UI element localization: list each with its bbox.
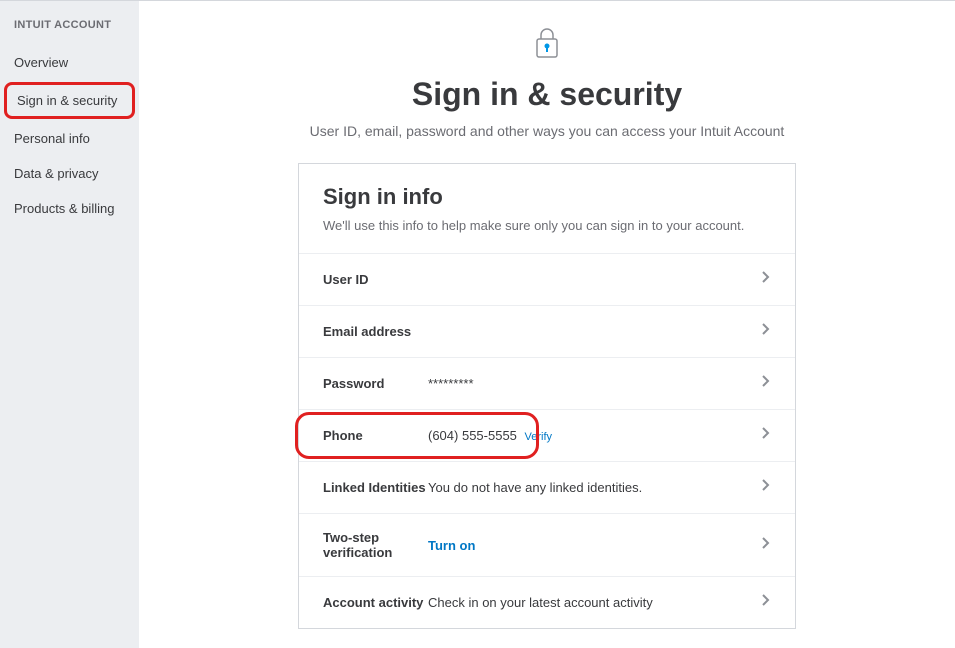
row-user-id[interactable]: User ID bbox=[299, 254, 795, 306]
sidebar-header: INTUIT ACCOUNT bbox=[0, 19, 139, 45]
row-value: You do not have any linked identities. bbox=[428, 480, 761, 495]
sidebar-item-data-privacy[interactable]: Data & privacy bbox=[0, 156, 139, 191]
page-title: Sign in & security bbox=[412, 76, 682, 113]
sidebar-item-products-billing[interactable]: Products & billing bbox=[0, 191, 139, 226]
row-label: Account activity bbox=[323, 595, 428, 610]
sidebar-item-label: Overview bbox=[14, 55, 68, 70]
row-label: Email address bbox=[323, 324, 428, 339]
sidebar: INTUIT ACCOUNT Overview Sign in & securi… bbox=[0, 0, 139, 648]
sign-in-info-card: Sign in info We'll use this info to help… bbox=[298, 163, 796, 629]
chevron-right-icon bbox=[761, 536, 771, 555]
card-description: We'll use this info to help make sure on… bbox=[323, 218, 771, 233]
row-label: Linked Identities bbox=[323, 480, 428, 495]
sidebar-item-label: Products & billing bbox=[14, 201, 114, 216]
sidebar-item-sign-in-security[interactable]: Sign in & security bbox=[4, 82, 135, 119]
row-linked-identities[interactable]: Linked Identities You do not have any li… bbox=[299, 462, 795, 514]
row-value: (604) 555-5555 Verify bbox=[428, 428, 761, 443]
chevron-right-icon bbox=[761, 426, 771, 445]
chevron-right-icon bbox=[761, 593, 771, 612]
sidebar-item-personal-info[interactable]: Personal info bbox=[0, 121, 139, 156]
sidebar-item-label: Data & privacy bbox=[14, 166, 99, 181]
card-header: Sign in info We'll use this info to help… bbox=[299, 164, 795, 254]
lock-icon bbox=[529, 25, 565, 66]
chevron-right-icon bbox=[761, 374, 771, 393]
turn-on-link[interactable]: Turn on bbox=[428, 538, 761, 553]
row-phone[interactable]: Phone (604) 555-5555 Verify bbox=[299, 410, 795, 462]
row-account-activity[interactable]: Account activity Check in on your latest… bbox=[299, 577, 795, 628]
chevron-right-icon bbox=[761, 478, 771, 497]
chevron-right-icon bbox=[761, 322, 771, 341]
row-label: User ID bbox=[323, 272, 428, 287]
row-email[interactable]: Email address bbox=[299, 306, 795, 358]
row-value: ********* bbox=[428, 376, 761, 391]
phone-number: (604) 555-5555 bbox=[428, 428, 517, 443]
row-label: Password bbox=[323, 376, 428, 391]
row-two-step[interactable]: Two-step verification Turn on bbox=[299, 514, 795, 577]
main-content: Sign in & security User ID, email, passw… bbox=[139, 0, 955, 648]
sidebar-item-label: Sign in & security bbox=[17, 93, 117, 108]
chevron-right-icon bbox=[761, 270, 771, 289]
card-title: Sign in info bbox=[323, 184, 771, 210]
verify-link[interactable]: Verify bbox=[525, 431, 553, 443]
row-password[interactable]: Password ********* bbox=[299, 358, 795, 410]
sidebar-item-label: Personal info bbox=[14, 131, 90, 146]
sidebar-item-overview[interactable]: Overview bbox=[0, 45, 139, 80]
row-label: Phone bbox=[323, 428, 428, 443]
row-value: Check in on your latest account activity bbox=[428, 595, 761, 610]
page-subtitle: User ID, email, password and other ways … bbox=[310, 123, 785, 139]
row-label: Two-step verification bbox=[323, 530, 428, 560]
